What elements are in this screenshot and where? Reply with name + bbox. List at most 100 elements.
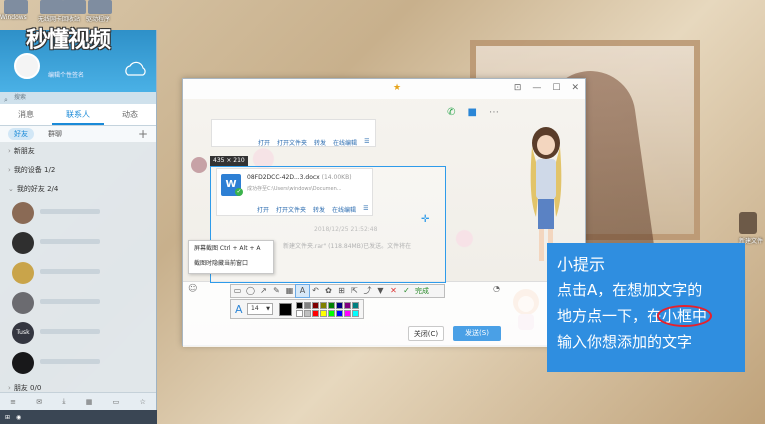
list-item[interactable]: Tusk [0,319,156,349]
ocr-icon[interactable]: ⊞ [335,285,348,297]
list-item[interactable] [0,229,156,259]
more-icon[interactable]: ⋯ [489,107,499,118]
add-icon[interactable]: + [138,126,148,142]
text-icon[interactable]: A [295,284,310,298]
subtab-friends[interactable]: 好友 [8,128,34,140]
color-swatch[interactable] [328,302,335,309]
watermark-logo: 秒懂视频 [26,28,111,53]
ellipse-icon[interactable]: ◯ [244,285,257,297]
star-icon[interactable]: ★ [393,83,401,93]
mosaic-icon[interactable]: ▦ [283,285,296,297]
desktop-icon-windows[interactable] [4,0,28,14]
desktop-icon-recycle[interactable] [62,0,86,14]
tab-feeds[interactable]: 动态 [104,104,156,125]
color-swatch[interactable] [304,302,311,309]
maximize-icon[interactable]: ☐ [552,83,560,93]
color-swatch[interactable] [352,302,359,309]
mail-icon[interactable]: ✉ [36,398,42,406]
desktop-icon-label: Windows [0,14,27,21]
pin-icon[interactable]: ⊡ [514,83,522,93]
list-item[interactable] [0,259,156,289]
avatar-text: Tusk [16,329,30,336]
video-icon[interactable]: ■ [468,107,477,118]
color-swatch[interactable] [304,310,311,317]
avatar [12,352,34,374]
current-color-swatch[interactable] [279,303,292,316]
subtab-groups[interactable]: 群聊 [42,128,68,140]
search-input[interactable]: ⌕ 搜索 [0,92,156,104]
send-button[interactable]: 发送(S) [453,326,501,341]
close-icon[interactable]: ✕ [571,83,579,93]
avatar[interactable] [14,53,40,79]
font-size-value: 14 [251,305,259,312]
chevron-right-icon: › [8,384,11,392]
pin-icon[interactable]: ⇱ [348,285,361,297]
menu-icon[interactable]: ☰ [364,138,369,147]
tab-messages[interactable]: 消息 [0,104,52,125]
weather-icon[interactable] [122,60,148,78]
rectangle-icon[interactable]: ▭ [231,285,244,297]
emoji-icon[interactable]: ☺ [188,284,197,294]
menu-icon[interactable]: ≡ [10,398,16,406]
desktop-icon-driver[interactable] [88,0,112,14]
share-icon[interactable]: ⤴ [361,285,374,297]
color-swatch[interactable] [296,310,303,317]
undo-icon[interactable]: ↶ [309,285,322,297]
minimize-icon[interactable]: — [532,83,541,93]
color-swatch[interactable] [352,310,359,317]
phone-icon[interactable]: ✆ [447,107,455,118]
chat-tools: ✆ ■ ⋯ [447,107,499,118]
open-folder-link[interactable]: 打开文件夹 [276,205,306,214]
tab-contacts[interactable]: 联系人 [52,104,104,125]
done-check-icon[interactable]: ✓ [400,285,413,297]
open-folder-link[interactable]: 打开文件夹 [277,138,307,147]
save-icon[interactable]: ▼ [374,285,387,297]
pen-icon[interactable]: ✎ [270,285,283,297]
color-swatch[interactable] [312,310,319,317]
folder-icon[interactable]: ▭ [113,398,120,406]
history-icon[interactable]: ◔ [493,284,500,293]
done-button[interactable]: 完成 [415,286,429,296]
avatar [12,262,34,284]
color-swatch[interactable] [336,310,343,317]
signature[interactable]: 编辑个性签名 [48,70,84,79]
color-swatch[interactable] [344,310,351,317]
start-icon[interactable]: ⊞ [5,414,10,421]
star-icon[interactable]: ☆ [140,398,146,406]
color-swatch[interactable] [312,302,319,309]
color-swatch[interactable] [344,302,351,309]
desktop-item-icon[interactable] [739,212,757,234]
arrow-icon[interactable]: ↗ [257,285,270,297]
forward-link[interactable]: 转发 [314,138,326,147]
open-link[interactable]: 打开 [258,138,270,147]
avatar [12,292,34,314]
color-swatch[interactable] [296,302,303,309]
avatar[interactable] [191,157,207,173]
color-swatch[interactable] [320,310,327,317]
online-edit-link[interactable]: 在线编辑 [332,205,356,214]
desktop-icon-wifi[interactable] [40,0,64,14]
menu-icon[interactable]: ☰ [363,205,368,214]
menu-item-hide-window[interactable]: 截图时隐藏当前窗口 [189,256,273,271]
open-link[interactable]: 打开 [257,205,269,214]
group-my-friends[interactable]: ⌄ 我的好友 2/4 [0,180,156,199]
cancel-icon[interactable]: ✕ [387,285,400,297]
browser-icon[interactable]: ◉ [16,414,21,421]
color-swatch[interactable] [328,310,335,317]
forward-link[interactable]: 转发 [313,205,325,214]
close-button[interactable]: 关闭(C) [408,326,444,341]
list-item[interactable] [0,349,156,379]
list-item[interactable] [0,199,156,229]
apps-icon[interactable]: ▦ [86,398,93,406]
group-my-devices[interactable]: › 我的设备 1/2 [0,161,156,180]
stamp-icon[interactable]: ✿ [322,285,335,297]
color-swatch[interactable] [320,302,327,309]
group-new-friends[interactable]: › 新朋友 [0,142,156,161]
font-size-select[interactable]: 14 ▼ [247,303,273,315]
online-edit-link[interactable]: 在线编辑 [333,138,357,147]
list-item[interactable] [0,289,156,319]
download-icon[interactable]: ⤓ [62,397,65,406]
file-message-card: W ✓ 08FD2DCC-42D...3.docx (14.00KB) 成功存至… [216,168,373,216]
color-swatch[interactable] [336,302,343,309]
menu-item-screen-capture[interactable]: 屏幕截图 Ctrl + Alt + A [189,241,273,256]
